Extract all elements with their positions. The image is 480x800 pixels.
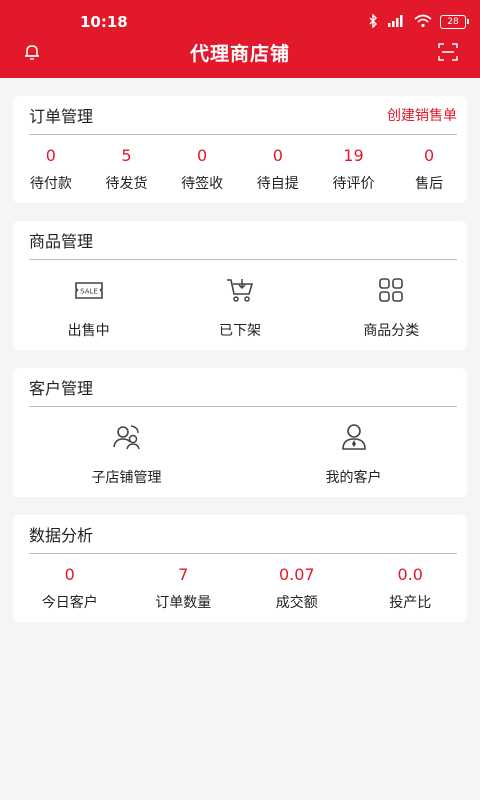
stat-today-customers[interactable]: 0 今日客户 <box>25 564 115 612</box>
stat-value: 7 <box>178 565 189 584</box>
analysis-stats: 0 今日客户 7 订单数量 0.07 成交额 0.0 投产比 <box>13 554 467 612</box>
signal-icon <box>386 14 406 31</box>
my-customers-button[interactable]: 我的客户 <box>304 421 404 487</box>
on-sale-button[interactable]: SALE 出售中 <box>39 274 139 340</box>
stat-order-count[interactable]: 7 订单数量 <box>138 564 228 612</box>
delisted-button[interactable]: 已下架 <box>190 274 290 340</box>
order-card-header: 订单管理 创建销售单 <box>29 96 457 135</box>
stat-label: 成交额 <box>275 595 318 611</box>
stat-value: 19 <box>343 146 364 165</box>
battery-icon: 28 <box>440 15 469 29</box>
product-actions: SALE 出售中 已下架 商品分类 <box>13 260 467 340</box>
stat-label: 售后 <box>415 176 444 192</box>
customer-card-title: 客户管理 <box>29 379 94 398</box>
customer-card-header: 客户管理 <box>29 368 457 407</box>
bell-icon[interactable] <box>22 42 42 62</box>
stat-transaction-amount[interactable]: 0.07 成交额 <box>252 564 342 612</box>
order-stats: 0 待付款 5 待发货 0 待签收 0 待自提 19 待评价 0 售后 <box>13 135 467 193</box>
order-stat-pending-payment[interactable]: 0 待付款 <box>21 145 81 193</box>
stat-label: 待签收 <box>181 176 224 192</box>
sub-store-management-button[interactable]: 子店铺管理 <box>77 421 177 487</box>
app-header: 10:18 28 代理商店铺 <box>0 0 480 78</box>
product-management-card: 商品管理 SALE 出售中 已下架 商品分类 <box>13 221 467 350</box>
order-card-title: 订单管理 <box>29 107 94 126</box>
order-stat-pending-pickup[interactable]: 0 待自提 <box>248 145 308 193</box>
title-bar: 代理商店铺 <box>0 36 480 68</box>
group-users-icon <box>111 421 143 457</box>
user-icon <box>338 421 370 457</box>
category-grid-icon <box>375 274 407 310</box>
scan-icon[interactable] <box>438 43 458 61</box>
stat-label: 订单数量 <box>155 595 212 611</box>
wifi-icon <box>414 14 432 31</box>
order-management-card: 订单管理 创建销售单 0 待付款 5 待发货 0 待签收 0 待自提 19 待评… <box>13 96 467 203</box>
analysis-card-title: 数据分析 <box>29 526 94 545</box>
stat-label: 待自提 <box>256 176 299 192</box>
status-icons: 28 <box>369 12 469 31</box>
product-card-title: 商品管理 <box>29 232 94 251</box>
stat-value: 5 <box>121 146 132 165</box>
my-customers-label: 我的客户 <box>325 470 382 486</box>
stat-label: 待付款 <box>29 176 72 192</box>
sub-store-management-label: 子店铺管理 <box>91 470 162 486</box>
stat-label: 今日客户 <box>41 595 98 611</box>
delisted-label: 已下架 <box>218 323 261 339</box>
svg-text:SALE: SALE <box>80 288 98 296</box>
stat-value: 0 <box>424 146 435 165</box>
status-time: 10:18 <box>80 13 128 31</box>
data-analysis-card: 数据分析 0 今日客户 7 订单数量 0.07 成交额 0.0 投产比 <box>13 515 467 622</box>
analysis-card-header: 数据分析 <box>29 515 457 554</box>
main-content: 订单管理 创建销售单 0 待付款 5 待发货 0 待签收 0 待自提 19 待评… <box>0 78 480 622</box>
bluetooth-icon <box>369 12 378 31</box>
stat-value: 0 <box>45 146 56 165</box>
stat-value: 0.0 <box>397 565 423 584</box>
product-category-button[interactable]: 商品分类 <box>341 274 441 340</box>
stat-value: 0.07 <box>278 565 315 584</box>
product-category-label: 商品分类 <box>363 323 420 339</box>
order-stat-after-sales[interactable]: 0 售后 <box>399 145 459 193</box>
sale-tag-icon: SALE <box>73 274 105 310</box>
stat-label: 投产比 <box>389 595 432 611</box>
customer-management-card: 客户管理 子店铺管理 我的客户 <box>13 368 467 497</box>
stat-label: 待评价 <box>332 176 375 192</box>
stat-value: 0 <box>64 565 75 584</box>
on-sale-label: 出售中 <box>67 323 110 339</box>
create-sales-order-link[interactable]: 创建销售单 <box>387 105 457 125</box>
order-stat-pending-receipt[interactable]: 0 待签收 <box>172 145 232 193</box>
stat-label: 待发货 <box>105 176 148 192</box>
stat-roi[interactable]: 0.0 投产比 <box>365 564 455 612</box>
product-card-header: 商品管理 <box>29 221 457 260</box>
stat-value: 0 <box>272 146 283 165</box>
customer-actions: 子店铺管理 我的客户 <box>13 407 467 487</box>
page-title: 代理商店铺 <box>189 42 290 65</box>
cart-icon <box>224 274 256 310</box>
order-stat-pending-review[interactable]: 19 待评价 <box>323 145 383 193</box>
stat-value: 0 <box>197 146 208 165</box>
order-stat-pending-shipment[interactable]: 5 待发货 <box>96 145 156 193</box>
